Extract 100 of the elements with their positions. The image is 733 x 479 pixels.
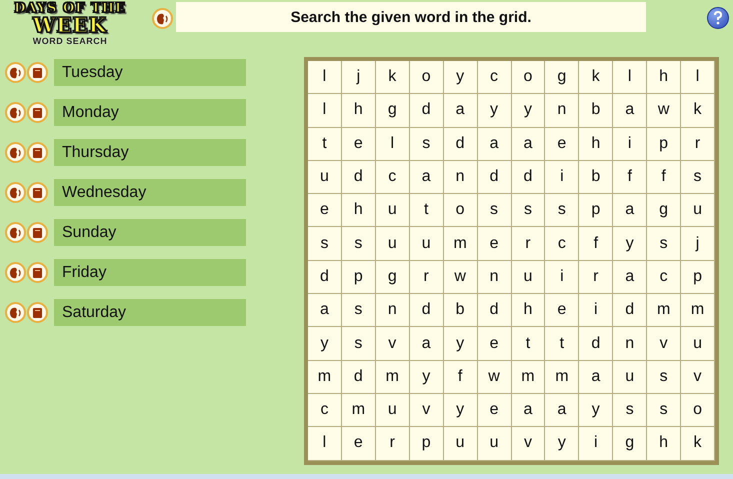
grid-letter[interactable]: e xyxy=(478,327,512,361)
grid-letter[interactable]: f xyxy=(579,227,614,261)
grid-letter[interactable]: s xyxy=(647,227,682,261)
grid-letter[interactable]: c xyxy=(478,61,512,94)
grid-letter[interactable]: r xyxy=(579,260,614,294)
speaker-button[interactable] xyxy=(5,182,26,203)
grid-letter[interactable]: d xyxy=(410,294,444,328)
grid-letter[interactable]: y xyxy=(545,427,580,461)
grid-letter[interactable]: y xyxy=(613,227,648,261)
grid-letter[interactable]: s xyxy=(478,194,512,228)
book-button[interactable] xyxy=(27,222,48,243)
grid-letter[interactable]: w xyxy=(444,260,478,294)
grid-letter[interactable]: b xyxy=(579,160,614,194)
grid-letter[interactable]: t xyxy=(512,327,546,361)
grid-letter[interactable]: a xyxy=(545,394,580,428)
grid-letter[interactable]: y xyxy=(444,61,478,94)
grid-letter[interactable]: o xyxy=(444,194,478,228)
grid-letter[interactable]: d xyxy=(512,160,546,194)
grid-letter[interactable]: v xyxy=(647,327,682,361)
grid-letter[interactable]: b xyxy=(579,94,614,128)
grid-letter[interactable]: m xyxy=(512,360,546,394)
grid-letter[interactable]: u xyxy=(376,194,410,228)
grid-letter[interactable]: k xyxy=(376,61,410,94)
grid-letter[interactable]: m xyxy=(681,294,715,328)
grid-letter[interactable]: b xyxy=(444,294,478,328)
grid-letter[interactable]: s xyxy=(342,294,376,328)
grid-letter[interactable]: h xyxy=(342,194,376,228)
grid-letter[interactable]: d xyxy=(478,160,512,194)
grid-letter[interactable]: s xyxy=(410,128,444,161)
grid-letter[interactable]: d xyxy=(308,260,342,294)
grid-letter[interactable]: y xyxy=(579,394,614,428)
grid-letter[interactable]: l xyxy=(681,61,715,94)
grid-letter[interactable]: u xyxy=(613,360,648,394)
grid-letter[interactable]: s xyxy=(681,160,715,194)
speaker-button[interactable] xyxy=(5,302,26,323)
grid-letter[interactable]: f xyxy=(613,160,648,194)
grid-letter[interactable]: d xyxy=(342,360,376,394)
grid-letter[interactable]: k xyxy=(579,61,614,94)
grid-letter[interactable]: d xyxy=(478,294,512,328)
grid-letter[interactable]: l xyxy=(308,427,342,461)
grid-letter[interactable]: d xyxy=(444,128,478,161)
grid-letter[interactable]: a xyxy=(613,94,648,128)
grid-letter[interactable]: t xyxy=(545,327,580,361)
grid-letter[interactable]: n xyxy=(545,94,580,128)
grid-letter[interactable]: k xyxy=(681,427,715,461)
book-button[interactable] xyxy=(27,262,48,283)
grid-letter[interactable]: m xyxy=(647,294,682,328)
grid-letter[interactable]: l xyxy=(308,94,342,128)
speaker-button[interactable] xyxy=(5,102,26,123)
grid-letter[interactable]: d xyxy=(410,94,444,128)
grid-letter[interactable]: r xyxy=(410,260,444,294)
grid-letter[interactable]: c xyxy=(308,394,342,428)
grid-letter[interactable]: n xyxy=(478,260,512,294)
grid-letter[interactable]: i xyxy=(545,260,580,294)
grid-letter[interactable]: r xyxy=(376,427,410,461)
grid-letter[interactable]: v xyxy=(512,427,546,461)
grid-letter[interactable]: u xyxy=(376,227,410,261)
speaker-button[interactable] xyxy=(5,62,26,83)
grid-letter[interactable]: y xyxy=(444,327,478,361)
grid-letter[interactable]: i xyxy=(579,294,614,328)
help-button[interactable] xyxy=(707,7,729,29)
book-button[interactable] xyxy=(27,182,48,203)
grid-letter[interactable]: v xyxy=(681,360,715,394)
grid-letter[interactable]: r xyxy=(681,128,715,161)
grid-letter[interactable]: t xyxy=(308,128,342,161)
grid-letter[interactable]: y xyxy=(410,360,444,394)
grid-letter[interactable]: i xyxy=(579,427,614,461)
grid-letter[interactable]: p xyxy=(579,194,614,228)
grid-letter[interactable]: v xyxy=(376,327,410,361)
grid-letter[interactable]: g xyxy=(613,427,648,461)
speaker-button[interactable] xyxy=(152,8,173,29)
grid-letter[interactable]: m xyxy=(308,360,342,394)
grid-letter[interactable]: g xyxy=(647,194,682,228)
grid-letter[interactable]: f xyxy=(647,160,682,194)
grid-letter[interactable]: e xyxy=(478,394,512,428)
speaker-button[interactable] xyxy=(5,262,26,283)
grid-letter[interactable]: e xyxy=(545,294,580,328)
grid-letter[interactable]: m xyxy=(376,360,410,394)
grid-letter[interactable]: c xyxy=(545,227,580,261)
grid-letter[interactable]: h xyxy=(647,427,682,461)
grid-letter[interactable]: h xyxy=(512,294,546,328)
grid-letter[interactable]: d xyxy=(342,160,376,194)
grid-letter[interactable]: c xyxy=(376,160,410,194)
grid-letter[interactable]: s xyxy=(308,227,342,261)
grid-letter[interactable]: d xyxy=(579,327,614,361)
grid-letter[interactable]: i xyxy=(545,160,580,194)
grid-letter[interactable]: p xyxy=(647,128,682,161)
grid-letter[interactable]: u xyxy=(681,194,715,228)
grid-letter[interactable]: h xyxy=(579,128,614,161)
grid-letter[interactable]: n xyxy=(613,327,648,361)
grid-letter[interactable]: f xyxy=(444,360,478,394)
grid-letter[interactable]: o xyxy=(681,394,715,428)
book-button[interactable] xyxy=(27,62,48,83)
speaker-button[interactable] xyxy=(5,222,26,243)
grid-letter[interactable]: r xyxy=(512,227,546,261)
grid-letter[interactable]: s xyxy=(647,394,682,428)
grid-letter[interactable]: e xyxy=(478,227,512,261)
grid-letter[interactable]: s xyxy=(512,194,546,228)
grid-letter[interactable]: h xyxy=(647,61,682,94)
grid-letter[interactable]: s xyxy=(342,227,376,261)
